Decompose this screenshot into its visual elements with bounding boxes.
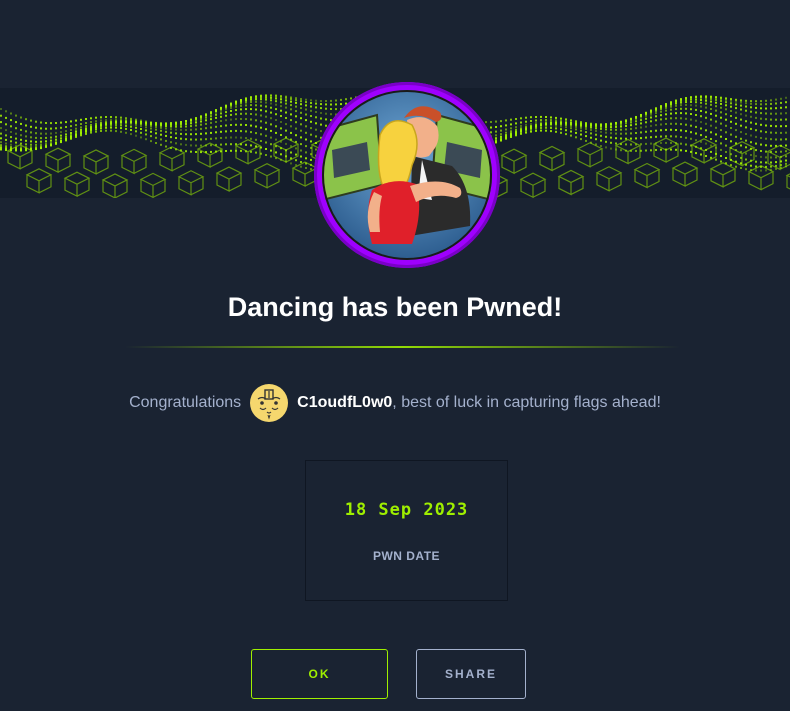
machine-avatar: [314, 82, 500, 268]
congrats-suffix: , best of luck in capturing flags ahead!: [392, 394, 661, 411]
congrats-message: Congratulations C1oudfL0w0 , best of luc…: [0, 383, 790, 423]
page-title: Dancing has been Pwned!: [227, 292, 563, 322]
pwned-dialog: Dancing has been Pwned! Congratulations …: [0, 0, 790, 711]
dancing-couple-icon: [322, 90, 492, 260]
pwn-date-value: 18 Sep 2023: [344, 500, 469, 520]
user-avatar-icon[interactable]: [250, 384, 289, 422]
title-divider: [125, 346, 680, 348]
congrats-prefix: Congratulations: [129, 394, 242, 411]
username-link[interactable]: C1oudfL0w0: [297, 394, 392, 412]
share-button[interactable]: SHARE: [416, 649, 526, 699]
pwn-date-card: 18 Sep 2023 PWN DATE: [305, 460, 508, 601]
pwn-date-label: PWN DATE: [372, 549, 441, 563]
ok-button[interactable]: OK: [251, 649, 388, 699]
